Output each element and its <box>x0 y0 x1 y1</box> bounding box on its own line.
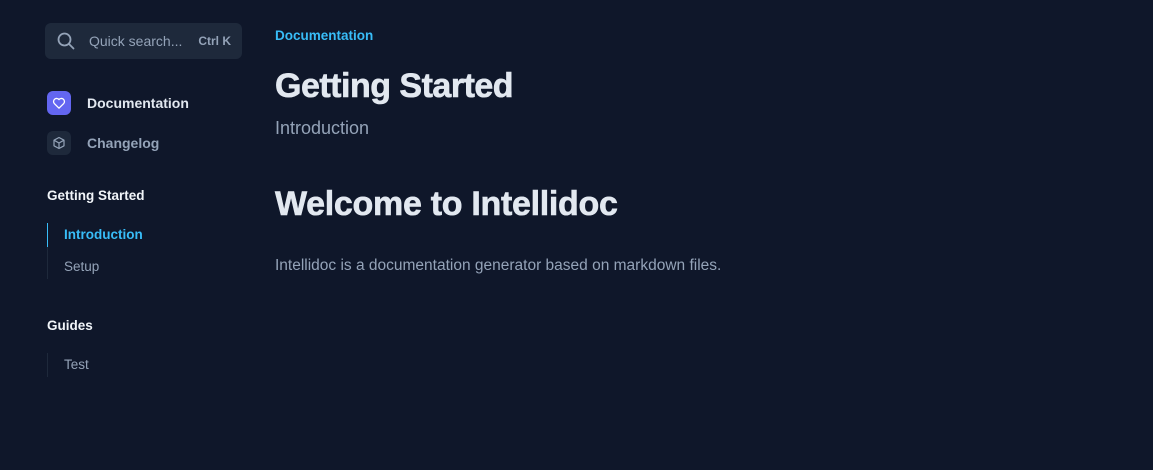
nav-link-label: Documentation <box>87 95 189 111</box>
nav-section-guides: Guides Test <box>47 317 242 377</box>
sidebar: Quick search... Ctrl K Documentation Cha… <box>45 23 242 377</box>
nav-link-label: Changelog <box>87 135 160 151</box>
breadcrumb[interactable]: Documentation <box>275 27 1095 45</box>
sidebar-item-setup[interactable]: Setup <box>48 255 242 279</box>
search-shortcut: Ctrl K <box>198 34 231 48</box>
nav-section-list: Introduction Setup <box>47 223 242 279</box>
nav-section-title: Guides <box>47 318 93 333</box>
nav-section-list: Test <box>47 353 242 377</box>
nav-link-changelog[interactable]: Changelog <box>45 131 242 155</box>
nav-section-getting-started: Getting Started Introduction Setup <box>47 187 242 279</box>
sidebar-item-introduction[interactable]: Introduction <box>47 223 242 247</box>
content-heading: Welcome to Intellidoc <box>275 185 618 224</box>
sidebar-item-test[interactable]: Test <box>48 353 242 377</box>
nav-section-title: Getting Started <box>47 188 145 203</box>
search-icon <box>57 32 75 50</box>
main-content: Documentation Getting Started Introducti… <box>275 27 1095 276</box>
content-paragraph: Intellidoc is a documentation generator … <box>275 257 722 274</box>
docs-page: Quick search... Ctrl K Documentation Cha… <box>0 0 1153 470</box>
page-subtitle: Introduction <box>275 118 370 138</box>
heart-icon <box>47 91 71 115</box>
top-links: Documentation Changelog <box>45 91 242 155</box>
nav-link-documentation[interactable]: Documentation <box>45 91 242 115</box>
search-placeholder: Quick search... <box>89 33 183 49</box>
search-button[interactable]: Quick search... Ctrl K <box>45 23 242 59</box>
cube-icon <box>47 131 71 155</box>
page-title: Getting Started <box>275 67 514 106</box>
